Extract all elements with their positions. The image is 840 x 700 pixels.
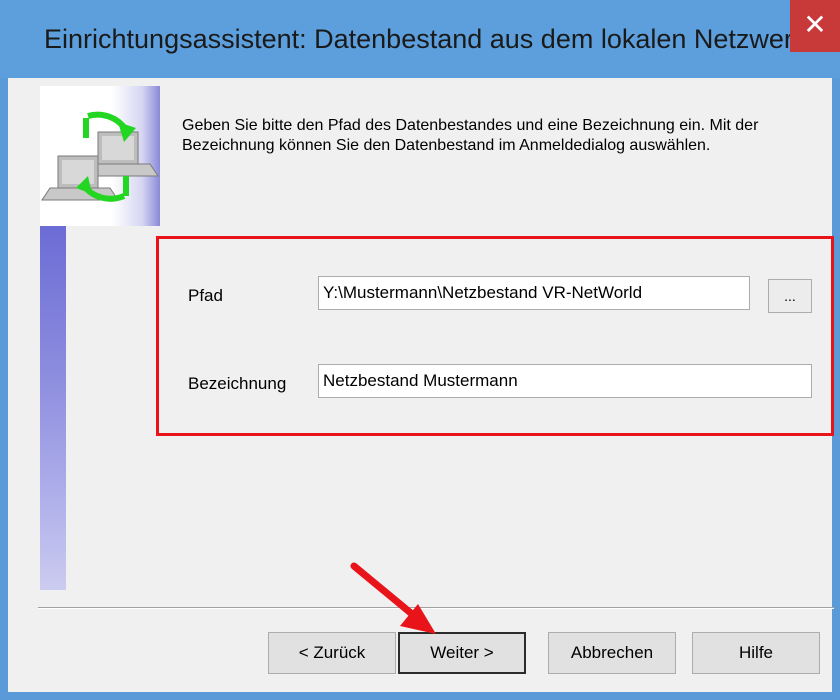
cancel-button[interactable]: Abbrechen <box>548 632 676 674</box>
intro-text: Geben Sie bitte den Pfad des Datenbestan… <box>182 117 759 154</box>
wizard-client-area: Geben Sie bitte den Pfad des Datenbestan… <box>8 78 834 692</box>
wizard-image <box>40 86 160 226</box>
path-label: Pfad <box>188 286 223 305</box>
separator-line <box>38 607 834 609</box>
name-input[interactable] <box>318 364 812 398</box>
title-bar: Einrichtungsassistent: Datenbestand aus … <box>0 0 840 78</box>
back-button[interactable]: < Zurück <box>268 632 396 674</box>
path-input[interactable] <box>318 276 750 310</box>
next-button[interactable]: Weiter > <box>398 632 526 674</box>
highlight-frame <box>156 236 834 436</box>
network-sync-icon <box>41 111 159 202</box>
close-button[interactable]: ✕ <box>790 0 840 52</box>
browse-button[interactable]: ... <box>768 279 812 313</box>
window-title: Einrichtungsassistent: Datenbestand aus … <box>44 24 807 54</box>
help-button[interactable]: Hilfe <box>692 632 820 674</box>
wizard-window: Einrichtungsassistent: Datenbestand aus … <box>0 0 840 700</box>
name-label: Bezeichnung <box>188 374 287 393</box>
close-icon: ✕ <box>803 9 827 40</box>
